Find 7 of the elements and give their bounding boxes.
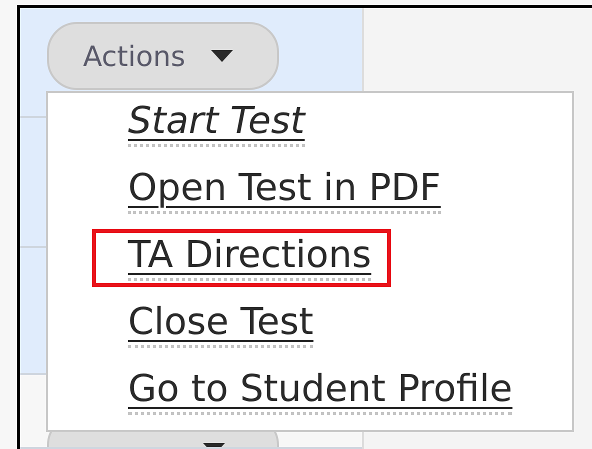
menu-link[interactable]: Start Test	[128, 101, 305, 147]
actions-button[interactable]: Actions	[47, 22, 279, 90]
menu-link[interactable]: Close Test	[128, 302, 314, 348]
menu-link[interactable]: Go to Student Profile	[128, 369, 512, 415]
menu-link[interactable]: TA Directions	[128, 235, 372, 281]
menu-link[interactable]: Open Test in PDF	[128, 168, 441, 214]
caret-icon	[211, 50, 234, 62]
